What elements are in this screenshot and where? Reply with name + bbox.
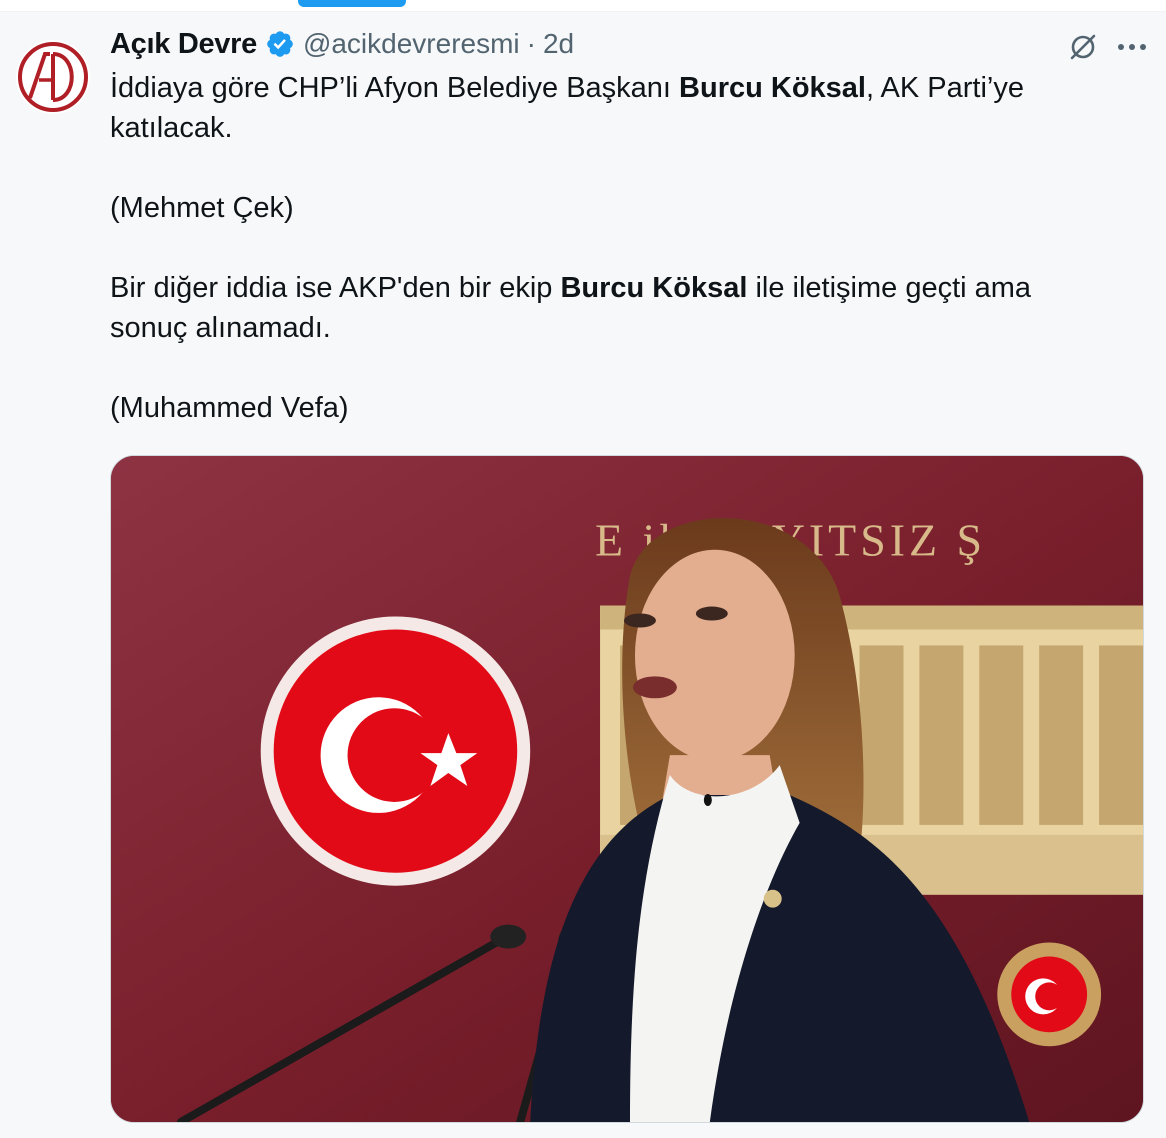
grok-button[interactable] bbox=[1066, 30, 1100, 64]
author-name[interactable]: Açık Devre bbox=[110, 28, 257, 61]
verified-badge-icon bbox=[267, 31, 293, 57]
more-dot bbox=[1129, 44, 1135, 50]
bold-name: Burcu Köksal bbox=[560, 272, 748, 304]
more-dot bbox=[1118, 44, 1124, 50]
acik-devre-logo-icon bbox=[18, 42, 88, 112]
tweet-header: Açık Devre @acikdevreresmi · 2d bbox=[110, 26, 574, 62]
tweet-text: İddiaya göre CHP’li Afyon Belediye Başka… bbox=[110, 68, 1110, 428]
tbmm-emblem-icon bbox=[997, 942, 1102, 1047]
top-bar bbox=[0, 0, 1166, 12]
paragraph-1: İddiaya göre CHP’li Afyon Belediye Başka… bbox=[110, 72, 1024, 144]
tweet-timestamp[interactable]: 2d bbox=[543, 28, 574, 60]
header-actions bbox=[1066, 30, 1146, 64]
grok-icon bbox=[1070, 34, 1096, 60]
tweet-photo[interactable]: E ik KAYITSIZ Ş bbox=[110, 455, 1144, 1123]
photo-illustration: E ik KAYITSIZ Ş bbox=[111, 456, 1143, 1122]
paragraph-4: (Muhammed Vefa) bbox=[110, 392, 349, 424]
more-icon[interactable] bbox=[1118, 31, 1146, 63]
tweet-card[interactable]: Açık Devre @acikdevreresmi · 2d İddiaya … bbox=[0, 12, 1166, 1138]
turkish-flag-icon bbox=[260, 616, 531, 886]
header-separator: · bbox=[526, 28, 536, 59]
bold-name: Burcu Köksal bbox=[679, 72, 866, 104]
more-dot bbox=[1140, 44, 1146, 50]
paragraph-2: (Mehmet Çek) bbox=[110, 192, 294, 224]
author-handle[interactable]: @acikdevreresmi bbox=[303, 28, 520, 60]
avatar[interactable] bbox=[16, 40, 90, 114]
active-tab-indicator bbox=[298, 0, 406, 7]
paragraph-3: Bir diğer iddia ise AKP'den bir ekip Bur… bbox=[110, 272, 1032, 344]
